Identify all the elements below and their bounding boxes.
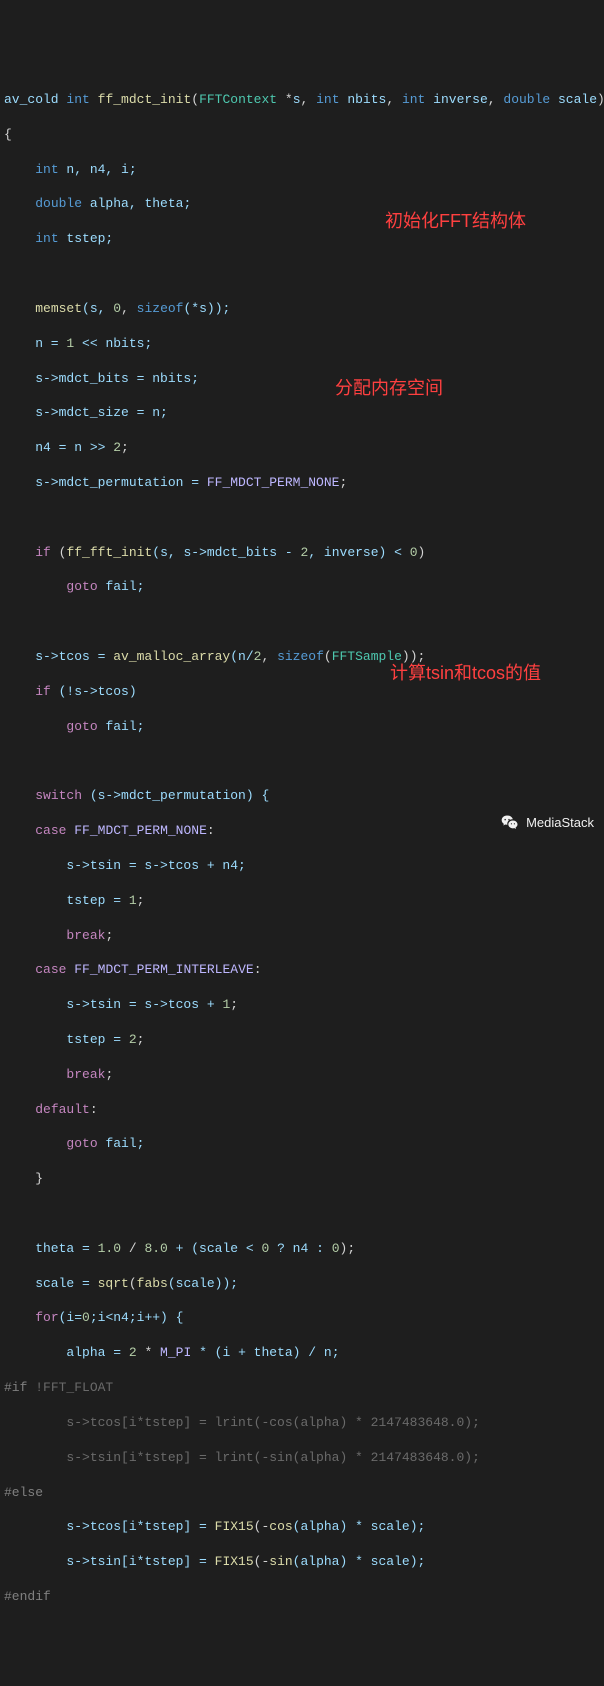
watermark: MediaStack: [500, 813, 594, 833]
annotation-3: 计算tsin和tcos的值: [390, 665, 541, 682]
code-block: av_cold int ff_mdct_init(FFTContext *s, …: [0, 70, 604, 1623]
annotation-1: 初始化FFT结构体: [385, 213, 526, 230]
wechat-icon: [500, 813, 520, 833]
watermark-text: MediaStack: [526, 814, 594, 831]
annotation-2: 分配内存空间: [335, 380, 443, 397]
token: av_cold: [4, 92, 59, 107]
